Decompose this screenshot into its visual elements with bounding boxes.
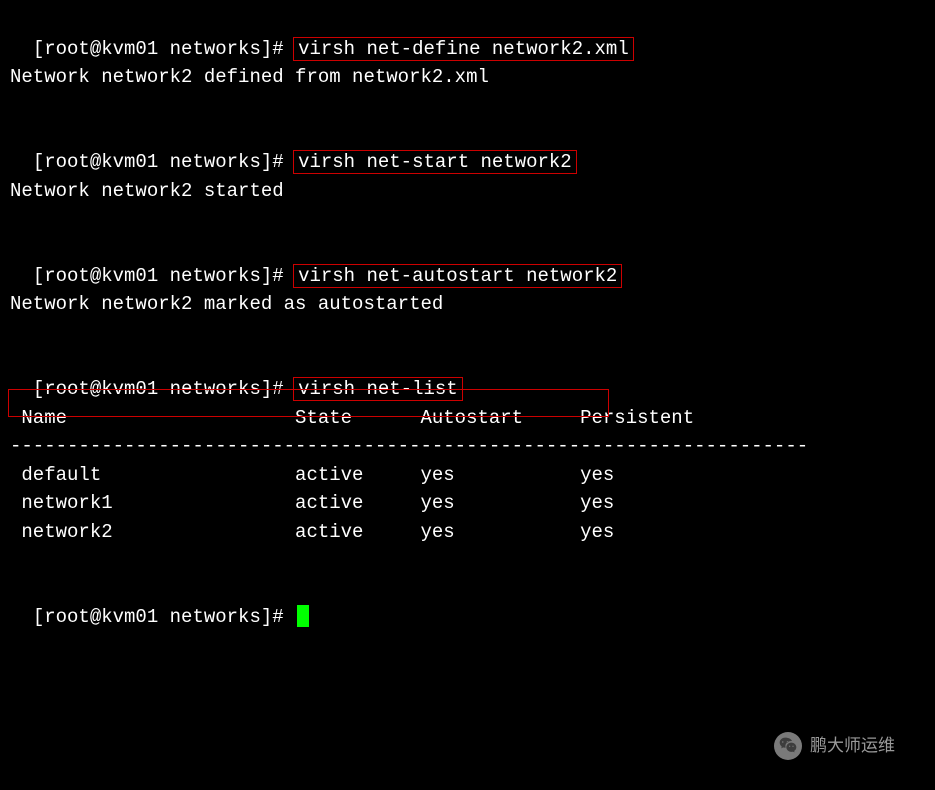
terminal-line-2: [root@kvm01 networks]# virsh net-start n… — [10, 120, 925, 177]
command-net-autostart: virsh net-autostart network2 — [293, 264, 622, 288]
shell-prompt: [root@kvm01 networks]# — [33, 151, 295, 173]
command-net-list: virsh net-list — [293, 377, 463, 401]
output-net-start: Network network2 started — [10, 177, 925, 206]
terminal-line-1: [root@kvm01 networks]# virsh net-define … — [10, 6, 925, 63]
terminal-cursor[interactable] — [297, 605, 309, 627]
output-net-autostart: Network network2 marked as autostarted — [10, 290, 925, 319]
watermark: 鹏大师运维 — [774, 732, 895, 760]
shell-prompt: [root@kvm01 networks]# — [33, 265, 295, 287]
shell-prompt: [root@kvm01 networks]# — [33, 606, 295, 628]
wechat-icon — [774, 732, 802, 760]
table-row: network1 active yes yes — [10, 489, 925, 518]
table-header: Name State Autostart Persistent — [10, 404, 925, 433]
terminal-line-3: [root@kvm01 networks]# virsh net-autosta… — [10, 233, 925, 290]
shell-prompt: [root@kvm01 networks]# — [33, 38, 295, 60]
watermark-text: 鹏大师运维 — [810, 733, 895, 759]
command-net-start: virsh net-start network2 — [293, 150, 577, 174]
shell-prompt: [root@kvm01 networks]# — [33, 378, 295, 400]
terminal-line-5[interactable]: [root@kvm01 networks]# — [10, 574, 925, 631]
table-divider: ----------------------------------------… — [10, 432, 925, 461]
terminal-line-4: [root@kvm01 networks]# virsh net-list — [10, 347, 925, 404]
table-row-highlighted: network2 active yes yes — [10, 518, 925, 547]
command-net-define: virsh net-define network2.xml — [293, 37, 634, 61]
output-net-define: Network network2 defined from network2.x… — [10, 63, 925, 92]
table-row: default active yes yes — [10, 461, 925, 490]
